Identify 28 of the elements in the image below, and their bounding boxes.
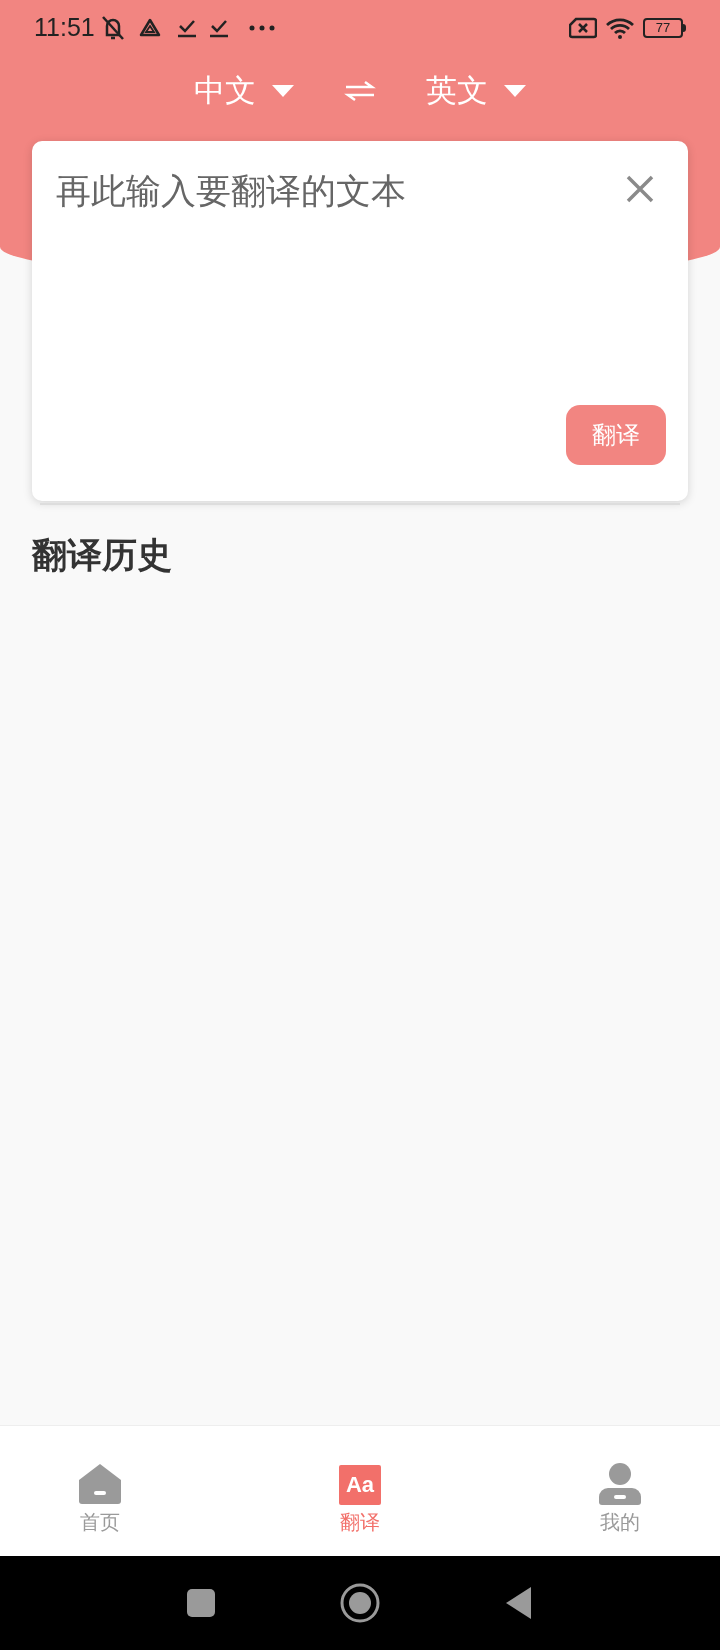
wifi-icon xyxy=(605,16,635,39)
tab-label: 我的 xyxy=(600,1510,640,1535)
triangle-icon xyxy=(138,17,161,38)
nav-tab[interactable]: 首页 xyxy=(50,1445,150,1537)
source-language: 中文 xyxy=(194,71,256,110)
translate-button[interactable]: 翻译 xyxy=(566,405,666,465)
nav-tab[interactable]: Aa 翻译 xyxy=(310,1445,410,1537)
home-circle-icon[interactable] xyxy=(340,1583,380,1623)
home-icon xyxy=(78,1463,122,1505)
text-input[interactable]: 再此输入要翻译的文本 翻译 xyxy=(32,141,688,501)
target-language: 英文 xyxy=(426,71,488,110)
recents-icon[interactable] xyxy=(187,1589,215,1617)
more-dots-icon xyxy=(248,24,275,31)
battery-level: 77 xyxy=(655,21,671,34)
translate-icon: Aa xyxy=(339,1465,381,1505)
tab-label: 首页 xyxy=(80,1510,120,1535)
back-icon[interactable] xyxy=(505,1586,533,1620)
nav-tab[interactable]: 我的 xyxy=(570,1445,670,1537)
no-sim-icon xyxy=(569,16,597,39)
status-time: 11:51 xyxy=(34,11,95,43)
tab-label: 翻译 xyxy=(340,1510,380,1535)
person-icon xyxy=(599,1463,641,1505)
caret-icon xyxy=(504,84,526,98)
target-language-dropdown[interactable]: 英文 xyxy=(426,67,526,115)
caret-icon xyxy=(272,84,294,98)
close-icon[interactable] xyxy=(626,175,654,203)
source-language-dropdown[interactable]: 中文 xyxy=(194,67,294,115)
history-heading: 翻译历史 xyxy=(32,534,172,576)
